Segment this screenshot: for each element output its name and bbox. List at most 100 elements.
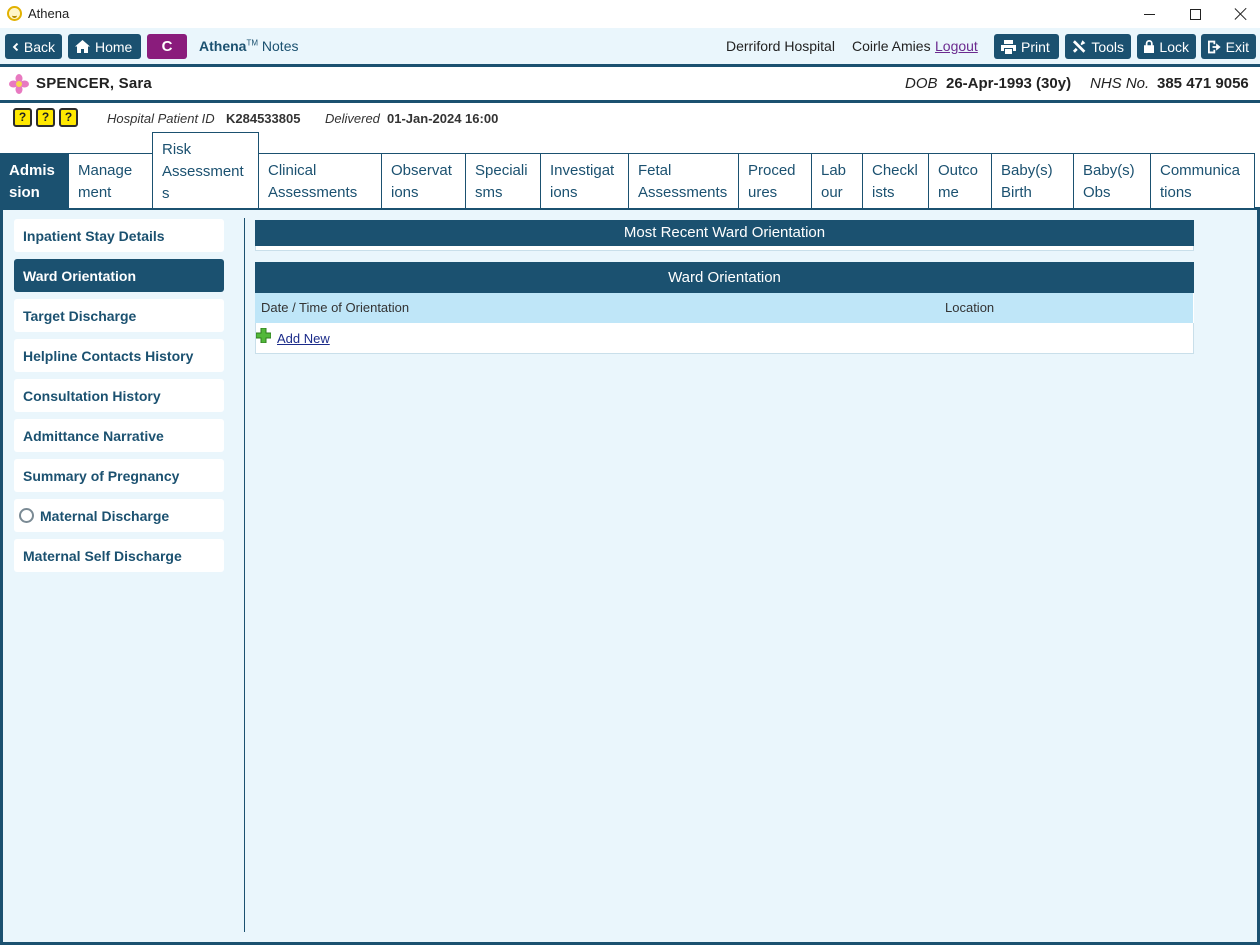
back-button[interactable]: Back bbox=[5, 34, 62, 59]
tab-admission[interactable]: Admis sion bbox=[0, 153, 68, 208]
printer-icon bbox=[1001, 39, 1016, 54]
tab-babys-obs[interactable]: Baby(s) Obs bbox=[1073, 153, 1151, 208]
tab-label-line2: Assessments bbox=[268, 184, 358, 201]
tab-label-line1: Communica bbox=[1160, 162, 1241, 179]
lock-button[interactable]: Lock bbox=[1137, 34, 1196, 59]
sidebar-item-maternal-self-discharge[interactable]: Maternal Self Discharge bbox=[14, 539, 224, 572]
home-icon bbox=[75, 40, 90, 53]
tab-clinical-assessments[interactable]: Clinical Assessments bbox=[258, 153, 382, 208]
home-button-label: Home bbox=[95, 38, 133, 55]
tab-label-line2: Assessment bbox=[162, 163, 244, 180]
tab-label-line2: ures bbox=[748, 184, 778, 201]
alert-list-icon[interactable]: ? bbox=[13, 108, 32, 127]
tab-label-line1: Proced bbox=[748, 162, 796, 179]
tab-fetal-assessments[interactable]: Fetal Assessments bbox=[628, 153, 739, 208]
c-button[interactable]: C bbox=[147, 34, 187, 59]
minimize-button[interactable] bbox=[1126, 0, 1172, 28]
tab-label-line2: me bbox=[938, 184, 959, 201]
most-recent-body bbox=[255, 246, 1194, 251]
tab-label-line1: Investigat bbox=[550, 162, 615, 179]
hospital-name: Derriford Hospital bbox=[726, 38, 835, 54]
column-header-location[interactable]: Location bbox=[939, 293, 1194, 323]
tab-label-line1: Speciali bbox=[475, 162, 528, 179]
tab-label-line2: ists bbox=[872, 184, 895, 201]
dob-label: DOB bbox=[905, 75, 938, 92]
chevron-left-icon bbox=[12, 42, 19, 51]
tab-label-line2: sion bbox=[9, 184, 40, 201]
tab-observations[interactable]: Observat ions bbox=[381, 153, 466, 208]
delivered-value: 01-Jan-2024 16:00 bbox=[387, 111, 499, 126]
sidebar-item-admittance-narrative[interactable]: Admittance Narrative bbox=[14, 419, 224, 452]
tab-label-line2: Birth bbox=[1001, 184, 1032, 201]
hospital-id-value: K284533805 bbox=[226, 111, 301, 126]
exit-button[interactable]: Exit bbox=[1201, 34, 1256, 59]
user-name: Coirle Amies bbox=[852, 38, 931, 54]
tab-label-line3: s bbox=[162, 185, 170, 202]
sidebar-item-label: Admittance Narrative bbox=[23, 427, 164, 444]
exit-button-label: Exit bbox=[1225, 38, 1249, 55]
tab-specialisms[interactable]: Speciali sms bbox=[465, 153, 541, 208]
add-new-link[interactable]: Add New bbox=[277, 331, 330, 346]
sidebar-item-label: Maternal Self Discharge bbox=[23, 547, 182, 564]
sidebar-item-inpatient-stay-details[interactable]: Inpatient Stay Details bbox=[14, 219, 224, 252]
nhs-label: NHS No. bbox=[1090, 75, 1150, 92]
sidebar-item-label: Consultation History bbox=[23, 387, 161, 404]
back-button-label: Back bbox=[23, 38, 55, 55]
tab-label-line1: Observat bbox=[391, 162, 452, 179]
tab-label-line1: Risk bbox=[162, 141, 192, 158]
maximize-icon bbox=[1189, 8, 1201, 20]
alert-question-icon[interactable]: ? bbox=[36, 108, 55, 127]
sidebar-item-label: Ward Orientation bbox=[23, 267, 137, 284]
print-button[interactable]: Print bbox=[994, 34, 1059, 59]
flower-icon bbox=[9, 74, 29, 94]
sidebar-item-maternal-discharge[interactable]: Maternal Discharge bbox=[14, 499, 224, 532]
app-brand: AthenaTM Notes bbox=[199, 38, 298, 54]
sidebar-item-consultation-history[interactable]: Consultation History bbox=[14, 379, 224, 412]
sidebar-item-label: Maternal Discharge bbox=[40, 507, 170, 524]
tab-investigations[interactable]: Investigat ions bbox=[540, 153, 629, 208]
tab-label-line1: Manage bbox=[78, 162, 133, 179]
patient-banner: SPENCER, Sara DOB 26-Apr-1993 (30y) NHS … bbox=[0, 67, 1260, 100]
print-button-label: Print bbox=[1021, 38, 1050, 55]
home-button[interactable]: Home bbox=[68, 34, 141, 59]
add-new-row bbox=[255, 323, 1194, 354]
tools-button[interactable]: Tools bbox=[1065, 34, 1131, 59]
toolbar: Back Home C AthenaTM Notes Derriford Hos… bbox=[0, 28, 1260, 64]
tab-management[interactable]: Manage ment bbox=[68, 153, 153, 208]
tab-labour[interactable]: Lab our bbox=[811, 153, 863, 208]
close-icon bbox=[1234, 7, 1248, 21]
tab-label-line2: our bbox=[821, 184, 843, 201]
lock-icon bbox=[1144, 39, 1155, 54]
tools-button-label: Tools bbox=[1091, 38, 1124, 55]
column-header-date-time[interactable]: Date / Time of Orientation bbox=[255, 293, 940, 323]
tab-label-line2: ment bbox=[78, 184, 112, 201]
tab-label-line1: Lab bbox=[821, 162, 847, 179]
tab-checklists[interactable]: Checkl ists bbox=[862, 153, 929, 208]
logout-link[interactable]: Logout bbox=[935, 38, 978, 54]
sidebar-item-label: Inpatient Stay Details bbox=[23, 227, 165, 244]
tab-babys-birth[interactable]: Baby(s) Birth bbox=[991, 153, 1074, 208]
alert-note-icon[interactable]: ? bbox=[59, 108, 78, 127]
tab-label-line1: Outco bbox=[938, 162, 979, 179]
sidebar-item-target-discharge[interactable]: Target Discharge bbox=[14, 299, 224, 332]
close-button[interactable] bbox=[1218, 0, 1260, 28]
tab-label-line1: Admis bbox=[9, 162, 55, 179]
tab-procedures[interactable]: Proced ures bbox=[738, 153, 812, 208]
delivered-label: Delivered bbox=[325, 111, 380, 126]
window-title: Athena bbox=[28, 6, 70, 21]
maximize-button[interactable] bbox=[1172, 0, 1218, 28]
tab-label-line2: ions bbox=[391, 184, 419, 201]
hospital-id-label: Hospital Patient ID bbox=[107, 111, 215, 126]
tab-risk-assessments[interactable]: Risk Assessment s bbox=[152, 132, 259, 208]
tab-label-line2: Obs bbox=[1083, 184, 1111, 201]
sidebar-item-ward-orientation[interactable]: Ward Orientation bbox=[14, 259, 224, 292]
c-button-label: C bbox=[161, 38, 173, 55]
tab-outcome[interactable]: Outco me bbox=[928, 153, 992, 208]
status-circle-icon bbox=[19, 508, 34, 523]
add-plus-icon[interactable] bbox=[256, 328, 271, 343]
sidebar-item-summary-of-pregnancy[interactable]: Summary of Pregnancy bbox=[14, 459, 224, 492]
tab-communications[interactable]: Communica tions bbox=[1150, 153, 1255, 208]
brand-suffix: Notes bbox=[261, 38, 299, 54]
sidebar-item-helpline-contacts-history[interactable]: Helpline Contacts History bbox=[14, 339, 224, 372]
tab-label-line1: Baby(s) bbox=[1083, 162, 1135, 179]
